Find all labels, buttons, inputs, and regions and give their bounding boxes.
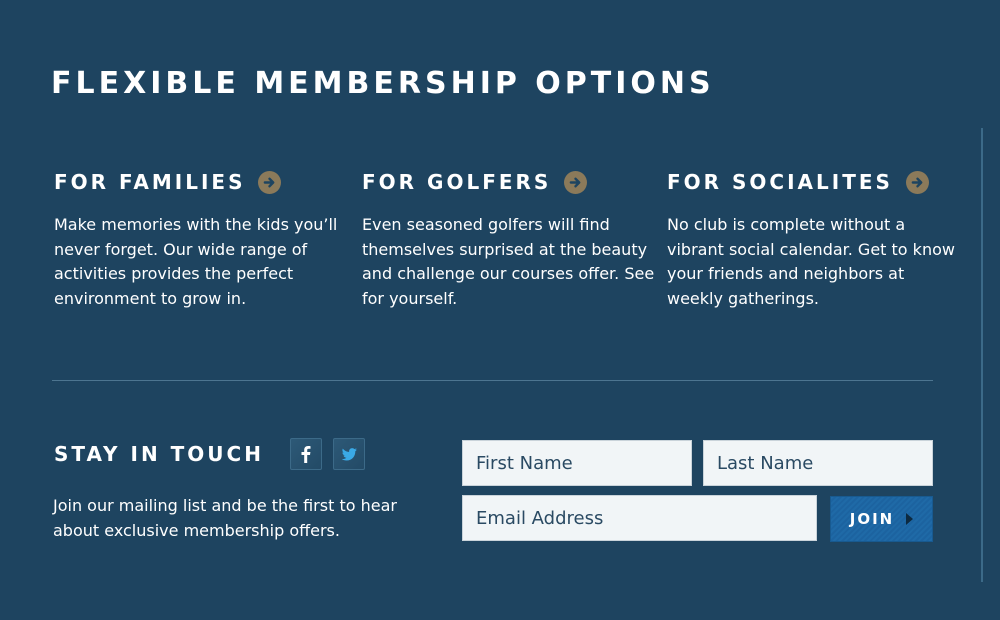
last-name-field[interactable]: [703, 440, 933, 486]
horizontal-divider: [52, 380, 933, 381]
option-heading-label[interactable]: FOR GOLFERS: [362, 170, 551, 194]
arrow-right-icon[interactable]: [564, 170, 588, 194]
twitter-icon[interactable]: [333, 438, 365, 470]
arrow-right-icon[interactable]: [905, 170, 929, 194]
arrow-right-icon[interactable]: [258, 170, 282, 194]
option-heading: FOR SOCIALITES: [667, 168, 957, 196]
vertical-divider: [981, 128, 983, 582]
caret-right-icon: [906, 513, 914, 525]
first-name-field[interactable]: [462, 440, 692, 486]
stay-in-touch-heading: STAY IN TOUCH: [54, 442, 264, 466]
option-description: No club is complete without a vibrant so…: [667, 215, 955, 308]
page-title: FLEXIBLE MEMBERSHIP OPTIONS: [51, 66, 715, 101]
option-socialites: FOR SOCIALITES No club is complete witho…: [667, 168, 957, 311]
option-description: Make memories with the kids you’ll never…: [54, 215, 338, 308]
option-heading: FOR FAMILIES: [54, 168, 354, 196]
membership-section: FLEXIBLE MEMBERSHIP OPTIONS FOR FAMILIES…: [0, 0, 1000, 620]
option-description: Even seasoned golfers will find themselv…: [362, 215, 655, 308]
option-golfers: FOR GOLFERS Even seasoned golfers will f…: [362, 168, 662, 311]
join-button-label: JOIN: [849, 510, 895, 528]
join-button[interactable]: JOIN: [830, 496, 933, 542]
option-families: FOR FAMILIES Make memories with the kids…: [54, 168, 354, 311]
option-heading-label[interactable]: FOR FAMILIES: [54, 170, 245, 194]
email-field[interactable]: [462, 495, 817, 541]
option-heading: FOR GOLFERS: [362, 168, 662, 196]
option-heading-label[interactable]: FOR SOCIALITES: [667, 170, 893, 194]
facebook-icon[interactable]: [290, 438, 322, 470]
mailing-list-description: Join our mailing list and be the first t…: [53, 496, 397, 540]
